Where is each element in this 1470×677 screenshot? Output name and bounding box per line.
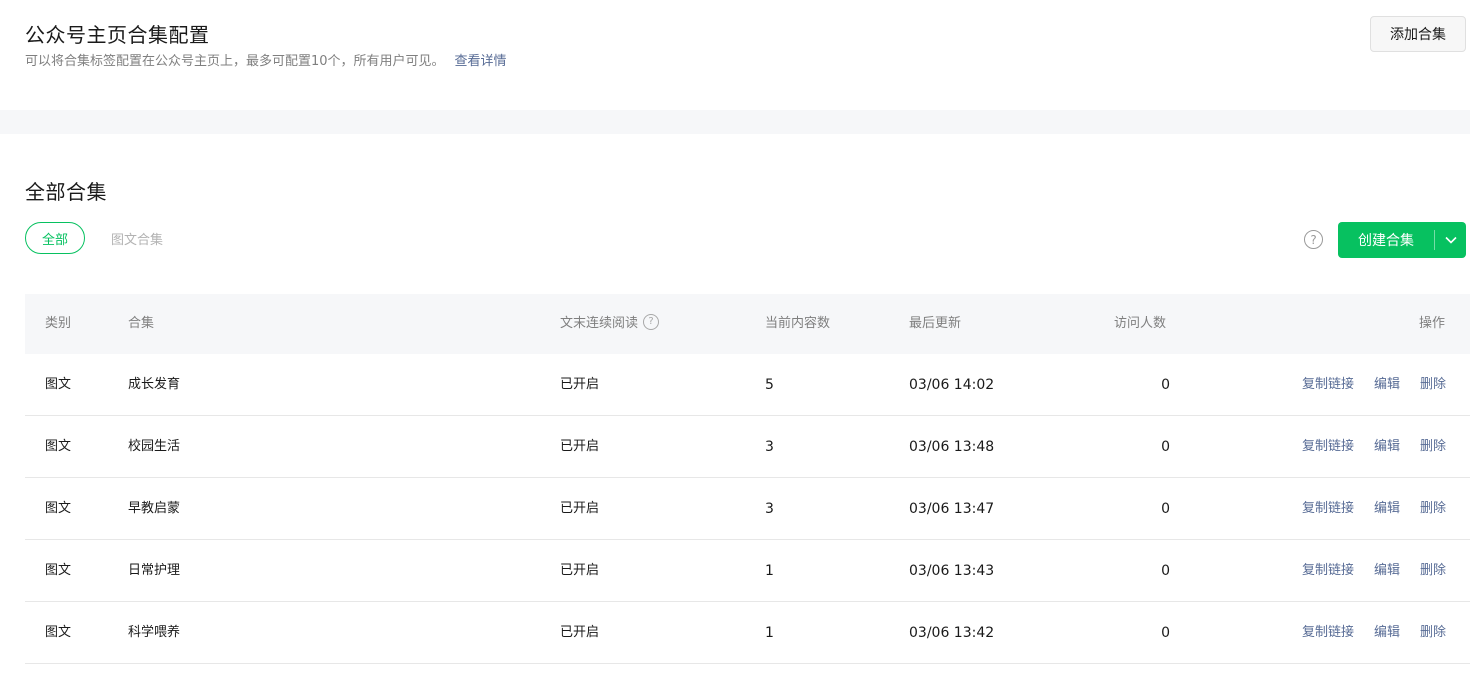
create-collection-button-group: 创建合集 (1338, 222, 1466, 258)
page-title: 公众号主页合集配置 (25, 23, 210, 47)
table-row: 图文 日常护理 已开启 1 03/06 13:43 0 复制链接 编辑 删除 (25, 540, 1470, 602)
copy-link-button[interactable]: 复制链接 (1302, 540, 1354, 602)
edit-button[interactable]: 编辑 (1374, 540, 1400, 602)
cell-content-count: 5 (765, 377, 774, 393)
cell-last-updated: 03/06 13:43 (909, 563, 995, 579)
create-dropdown-toggle[interactable] (1435, 222, 1466, 258)
cell-visitors: 0 (1161, 563, 1170, 579)
view-details-link[interactable]: 查看详情 (455, 54, 507, 69)
cell-continuous-read: 已开启 (560, 501, 600, 516)
table-row: 图文 校园生活 已开启 3 03/06 13:48 0 复制链接 编辑 删除 (25, 416, 1470, 478)
cell-content-count: 3 (765, 439, 774, 455)
cell-type: 图文 (45, 377, 72, 392)
cell-visitors: 0 (1161, 625, 1170, 641)
edit-button[interactable]: 编辑 (1374, 416, 1400, 478)
copy-link-button[interactable]: 复制链接 (1302, 354, 1354, 416)
cell-type: 图文 (45, 563, 72, 578)
question-circle-icon[interactable]: ? (643, 313, 660, 330)
cell-collection-name: 日常护理 (128, 563, 181, 578)
page-subtitle: 可以将合集标签配置在公众号主页上，最多可配置10个，所有用户可见。 查看详情 (25, 50, 507, 69)
column-header-type: 类别 (45, 316, 72, 331)
cell-collection-name: 校园生活 (128, 439, 181, 454)
collections-table: 类别 合集 文末连续阅读? 当前内容数 最后更新 访问人数 操作 图文 成长发育… (25, 294, 1470, 664)
section-divider (0, 110, 1470, 134)
copy-link-button[interactable]: 复制链接 (1302, 416, 1354, 478)
column-header-collection: 合集 (128, 316, 155, 331)
delete-button[interactable]: 删除 (1420, 602, 1446, 664)
cell-collection-name: 科学喂养 (128, 625, 181, 640)
column-header-actions: 操作 (1418, 316, 1445, 331)
column-header-visitors: 访问人数 (1114, 316, 1167, 331)
section-title: 全部合集 (25, 180, 107, 204)
cell-type: 图文 (45, 501, 72, 516)
filter-all-tab[interactable]: 全部 (25, 222, 85, 254)
cell-last-updated: 03/06 13:42 (909, 625, 995, 641)
cell-type: 图文 (45, 439, 72, 454)
cell-collection-name: 成长发育 (128, 377, 181, 392)
cell-content-count: 1 (765, 625, 774, 641)
page-header: 公众号主页合集配置 可以将合集标签配置在公众号主页上，最多可配置10个，所有用户… (0, 0, 1470, 110)
cell-continuous-read: 已开启 (560, 377, 600, 392)
cell-visitors: 0 (1161, 377, 1170, 393)
chevron-down-icon (1444, 236, 1457, 244)
cell-type: 图文 (45, 625, 72, 640)
cell-continuous-read: 已开启 (560, 563, 600, 578)
column-header-last-updated: 最后更新 (909, 316, 962, 331)
cell-continuous-read: 已开启 (560, 625, 600, 640)
table-row: 图文 成长发育 已开启 5 03/06 14:02 0 复制链接 编辑 删除 (25, 354, 1470, 416)
delete-button[interactable]: 删除 (1420, 354, 1446, 416)
add-collection-button[interactable]: 添加合集 (1370, 16, 1466, 52)
table-row: 图文 科学喂养 已开启 1 03/06 13:42 0 复制链接 编辑 删除 (25, 602, 1470, 664)
edit-button[interactable]: 编辑 (1374, 602, 1400, 664)
edit-button[interactable]: 编辑 (1374, 478, 1400, 540)
copy-link-button[interactable]: 复制链接 (1302, 602, 1354, 664)
question-circle-icon[interactable]: ? (1304, 230, 1323, 249)
cell-content-count: 3 (765, 501, 774, 517)
copy-link-button[interactable]: 复制链接 (1302, 478, 1354, 540)
cell-continuous-read: 已开启 (560, 439, 600, 454)
column-header-continuous-read: 文末连续阅读? (560, 294, 660, 354)
filter-article-collection-tab[interactable]: 图文合集 (111, 229, 163, 248)
create-collection-button[interactable]: 创建合集 (1338, 222, 1434, 258)
column-header-continuous-read-label: 文末连续阅读 (560, 316, 639, 331)
delete-button[interactable]: 删除 (1420, 540, 1446, 602)
table-row: 图文 早教启蒙 已开启 3 03/06 13:47 0 复制链接 编辑 删除 (25, 478, 1470, 540)
cell-visitors: 0 (1161, 501, 1170, 517)
delete-button[interactable]: 删除 (1420, 478, 1446, 540)
cell-visitors: 0 (1161, 439, 1170, 455)
delete-button[interactable]: 删除 (1420, 416, 1446, 478)
edit-button[interactable]: 编辑 (1374, 354, 1400, 416)
cell-last-updated: 03/06 14:02 (909, 377, 995, 393)
cell-last-updated: 03/06 13:48 (909, 439, 995, 455)
cell-content-count: 1 (765, 563, 774, 579)
cell-last-updated: 03/06 13:47 (909, 501, 995, 517)
column-header-content-count: 当前内容数 (765, 316, 831, 331)
subtitle-text: 可以将合集标签配置在公众号主页上，最多可配置10个，所有用户可见。 (25, 54, 445, 69)
table-header: 类别 合集 文末连续阅读? 当前内容数 最后更新 访问人数 操作 (25, 294, 1470, 354)
cell-collection-name: 早教启蒙 (128, 501, 181, 516)
